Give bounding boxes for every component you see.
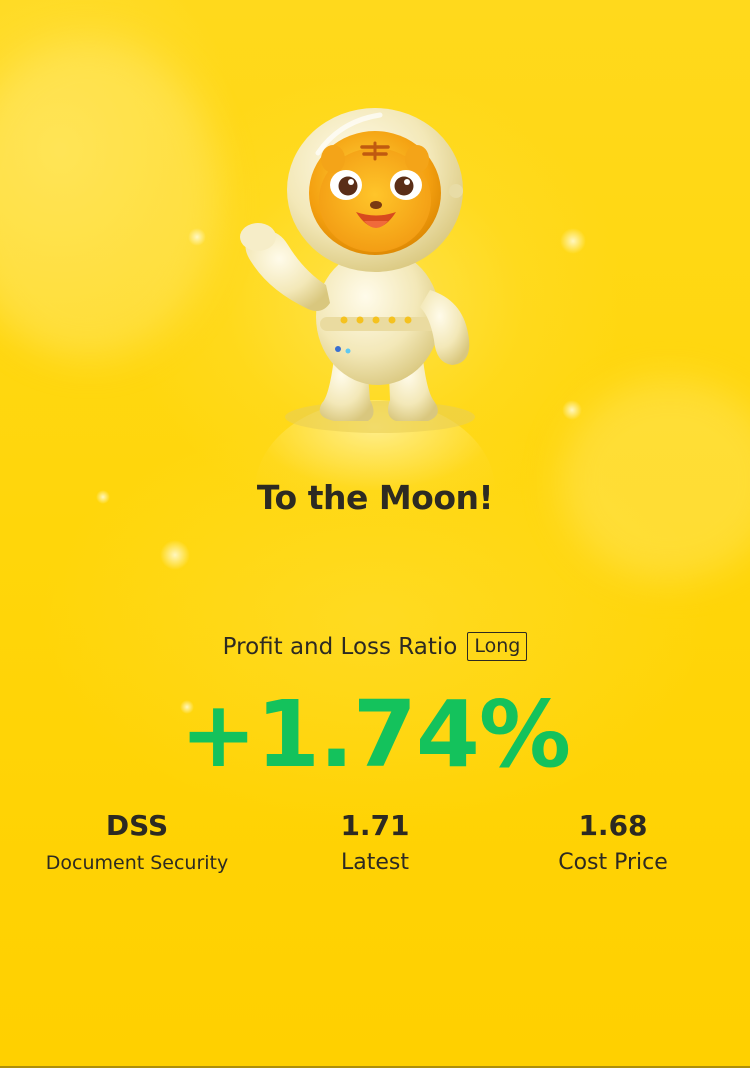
stock-symbol: DSS: [105, 809, 169, 842]
astronaut-tiger-mascot-icon: [240, 108, 475, 433]
card-title: To the Moon!: [256, 478, 494, 517]
stock-symbol-stat: DSS Document Security: [12, 808, 262, 882]
latest-price-value: 1.71: [340, 809, 410, 842]
sparkle-decoration: [560, 228, 586, 254]
cost-price-stat: 1.68 Cost Price: [488, 808, 738, 882]
stock-name: Document Security: [45, 852, 229, 874]
latest-price-label: Latest: [341, 850, 409, 875]
position-direction-badge: Long: [467, 632, 528, 661]
profit-loss-ratio-value: +1.74%: [179, 681, 571, 788]
cost-price-label: Cost Price: [558, 850, 668, 875]
latest-price-stat: 1.71 Latest: [250, 808, 500, 882]
cost-price-value: 1.68: [578, 809, 648, 842]
profit-loss-ratio-label: Profit and Loss Ratio: [222, 633, 458, 660]
sparkle-decoration: [562, 400, 582, 420]
profit-loss-ratio-header: Profit and Loss Ratio Long: [0, 632, 750, 661]
share-card: To the Moon! Profit and Loss Ratio Long …: [0, 0, 750, 1068]
sparkle-decoration: [188, 228, 206, 246]
background-haze: [0, 40, 220, 360]
sparkle-decoration: [160, 540, 190, 570]
